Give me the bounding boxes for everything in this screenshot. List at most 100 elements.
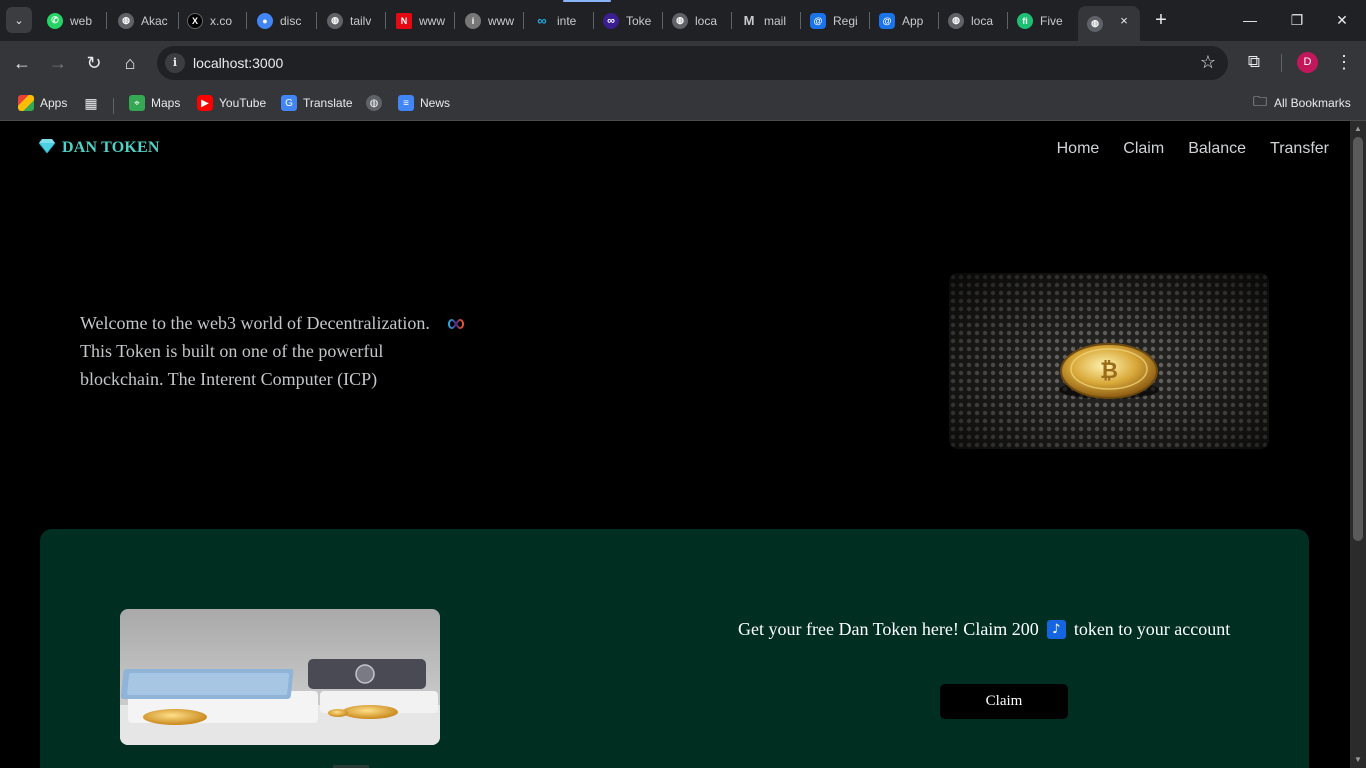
- tab-x[interactable]: X x.co: [178, 6, 242, 35]
- site-info-icon[interactable]: i: [165, 53, 185, 73]
- tab-label: loca: [695, 13, 718, 28]
- tab-label: www: [419, 13, 445, 28]
- tab-loca[interactable]: ◍ loca: [663, 6, 727, 35]
- restore-icon[interactable]: ❐: [1285, 8, 1309, 32]
- bookmark-translate[interactable]: G Translate: [281, 92, 353, 114]
- url-text[interactable]: localhost:3000: [193, 55, 283, 71]
- tab-label: Toke: [626, 13, 652, 28]
- bookmark-star-icon[interactable]: ☆: [1200, 52, 1216, 73]
- page-content: DAN TOKEN Home Claim Balance Transfer We…: [0, 121, 1350, 768]
- tab-loca-2[interactable]: ◍ loca: [939, 6, 1003, 35]
- close-tab-icon[interactable]: ×: [1116, 13, 1132, 29]
- bookmark-grid[interactable]: ▦: [83, 92, 105, 114]
- chrome-icon: ●: [257, 12, 273, 29]
- music-note-icon: ♪: [1046, 620, 1066, 639]
- infinity-icon: ∞: [537, 13, 547, 28]
- tab-www[interactable]: i www: [456, 6, 520, 35]
- scroll-up-arrow-icon[interactable]: ▲: [1350, 121, 1366, 137]
- tab-disc[interactable]: ● disc: [248, 6, 312, 35]
- youtube-icon: ▶: [197, 95, 213, 111]
- tab-akac[interactable]: ◍ Akac: [109, 6, 173, 35]
- hero-line-3: blockchain. The Interent Computer (ICP): [80, 369, 378, 389]
- bookmark-news[interactable]: ≡ News: [398, 92, 450, 114]
- info-icon: i: [465, 12, 481, 29]
- meta-icon: @: [810, 12, 826, 29]
- scroll-down-arrow-icon[interactable]: ▼: [1350, 752, 1366, 768]
- tab-netflix[interactable]: N www: [387, 6, 451, 35]
- grid-icon: ▦: [84, 94, 98, 111]
- tab-tailv[interactable]: ◍ tailv: [318, 6, 382, 35]
- extensions-icon[interactable]: ⧉: [1242, 50, 1266, 74]
- globe-icon: ◍: [948, 12, 964, 29]
- tab-label: tailv: [350, 13, 372, 28]
- tab-strip: ⌄ ✆ web ◍ Akac X x.co ● disc ◍ tailv N w…: [0, 0, 1366, 41]
- maps-icon: ⌖: [129, 95, 145, 111]
- netflix-icon: N: [396, 12, 412, 29]
- tab-regi[interactable]: @ Regi: [801, 6, 865, 35]
- menu-icon[interactable]: ⋮: [1332, 50, 1356, 74]
- page-scrollbar[interactable]: ▲ ▼: [1350, 121, 1366, 768]
- bookmark-maps[interactable]: ⌖ Maps: [129, 92, 180, 114]
- bitcoin-hero-image: ₿: [949, 273, 1269, 449]
- bookmark-label: Maps: [151, 96, 181, 110]
- minimize-icon[interactable]: —: [1238, 8, 1262, 32]
- home-icon[interactable]: ⌂: [117, 50, 143, 76]
- new-tab-button[interactable]: +: [1150, 9, 1172, 31]
- bookmark-label: YouTube: [219, 96, 267, 110]
- tab-label: www: [488, 13, 514, 28]
- back-icon[interactable]: ←: [9, 50, 35, 76]
- crypto-wallet-image: [120, 609, 440, 745]
- claim-section: Get your free Dan Token here! Claim 200 …: [40, 529, 1309, 768]
- tab-label: inte: [557, 13, 577, 28]
- close-window-icon[interactable]: ✕: [1330, 8, 1354, 32]
- tab-loading-indicator: [563, 0, 611, 2]
- gem-icon: [38, 139, 56, 157]
- forward-icon[interactable]: →: [45, 50, 71, 76]
- claim-text-after: token to your account: [1073, 619, 1231, 639]
- svg-text:₿: ₿: [1100, 359, 1118, 384]
- tab-label: Akac: [141, 13, 168, 28]
- bookmark-globe[interactable]: ◍: [366, 92, 388, 114]
- tab-toke[interactable]: ∞ Toke: [594, 6, 658, 35]
- tab-label: Five: [1040, 13, 1063, 28]
- globe-icon: ◍: [118, 12, 134, 29]
- x-icon: X: [187, 12, 203, 29]
- tab-app[interactable]: @ App: [870, 6, 934, 35]
- hero-line-1: Welcome to the web3 world of Decentraliz…: [80, 313, 430, 333]
- tab-label: web: [70, 13, 93, 28]
- brand-logo[interactable]: DAN TOKEN: [38, 139, 160, 157]
- reload-icon[interactable]: ↻: [81, 50, 107, 76]
- profile-avatar[interactable]: D: [1297, 52, 1318, 73]
- claim-button[interactable]: Claim: [940, 684, 1068, 719]
- all-bookmarks[interactable]: 🗀 All Bookmarks: [1252, 92, 1351, 114]
- tab-search-button[interactable]: ⌄: [6, 7, 32, 33]
- whatsapp-icon: ✆: [47, 12, 63, 29]
- claim-message: Get your free Dan Token here! Claim 200 …: [738, 619, 1230, 640]
- bookmark-label: News: [420, 96, 451, 110]
- globe-icon: ◍: [672, 12, 688, 29]
- tab-whatsapp[interactable]: ✆ web: [38, 6, 102, 35]
- nav-transfer[interactable]: Transfer: [1270, 140, 1329, 158]
- tab-mail[interactable]: M mail: [732, 6, 796, 35]
- tab-label: x.co: [210, 13, 233, 28]
- tab-active[interactable]: ◍ ×: [1078, 6, 1140, 41]
- bookmark-apps[interactable]: Apps: [18, 92, 67, 114]
- hero-description: Welcome to the web3 world of Decentraliz…: [80, 309, 450, 393]
- tab-fiverr[interactable]: fi Five: [1008, 6, 1072, 35]
- news-icon: ≡: [398, 95, 414, 111]
- address-bar[interactable]: i localhost:3000 ☆: [157, 46, 1228, 80]
- hero-line-2: This Token is built on one of the powerf…: [80, 341, 384, 361]
- tab-inte[interactable]: ∞ inte: [525, 6, 589, 35]
- scroll-thumb[interactable]: [1353, 137, 1363, 541]
- nav-balance[interactable]: Balance: [1188, 140, 1246, 158]
- tab-label: mail: [764, 13, 787, 28]
- infinity-icon: ∞: [603, 12, 619, 29]
- bookmark-youtube[interactable]: ▶ YouTube: [197, 92, 266, 114]
- nav-claim[interactable]: Claim: [1123, 140, 1164, 158]
- fiverr-icon: fi: [1017, 12, 1033, 29]
- nav-home[interactable]: Home: [1057, 140, 1100, 158]
- bookmark-label: Apps: [40, 96, 68, 110]
- icp-infinity-icon: [448, 318, 464, 330]
- globe-icon: ◍: [327, 12, 343, 29]
- browser-toolbar: ← → ↻ ⌂ i localhost:3000 ☆ ⧉ D ⋮: [0, 41, 1366, 85]
